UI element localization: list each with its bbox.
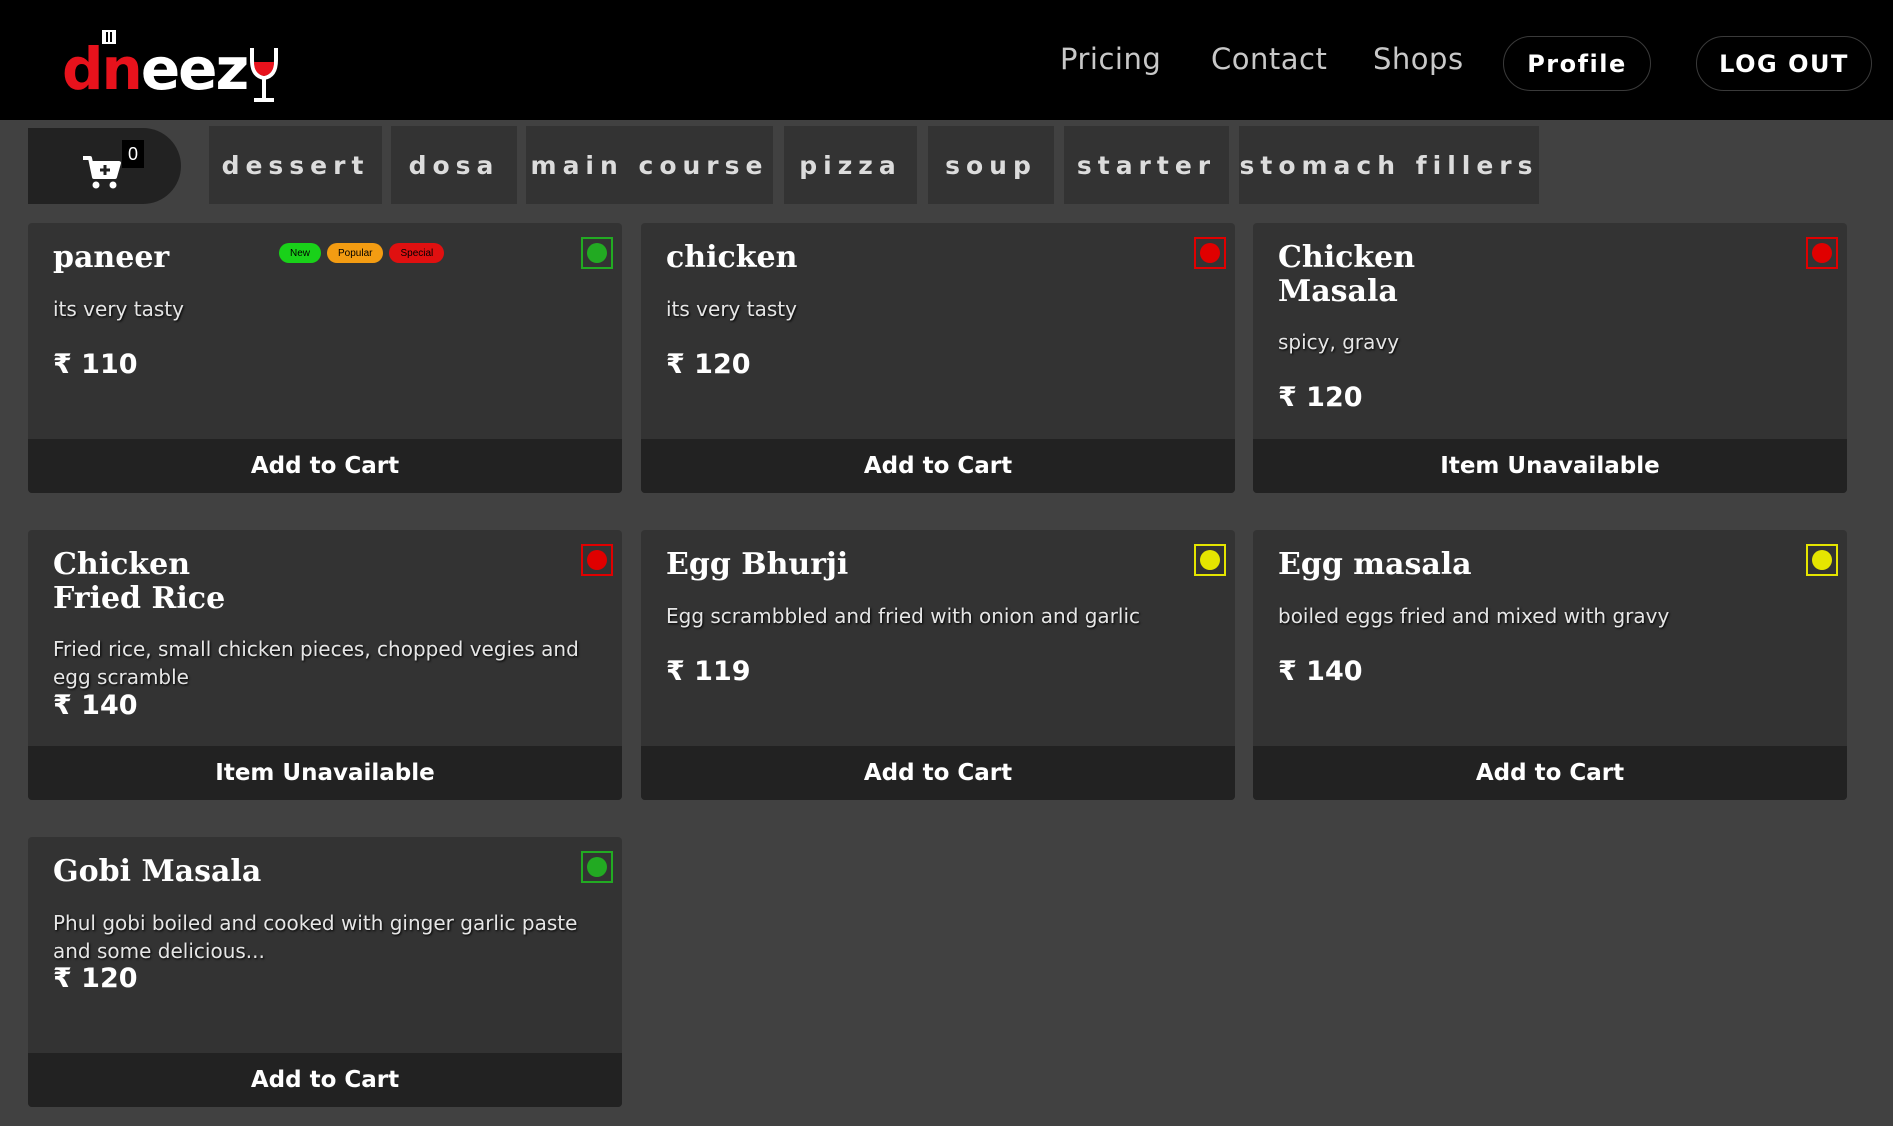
menu-item-card: paneer New Popular Special its very tast…: [28, 223, 622, 493]
add-to-cart-button[interactable]: Add to Cart: [641, 439, 1235, 493]
egg-indicator-icon: [1806, 544, 1838, 576]
category-tab-dosa[interactable]: dosa: [391, 126, 517, 204]
menu-item-card: Egg Bhurji Egg scrambbled and fried with…: [641, 530, 1235, 800]
item-price: ₹ 140: [53, 690, 138, 721]
top-navbar: dn eez Pricing Contact Shops Profile LOG…: [0, 0, 1893, 120]
item-description: Fried rice, small chicken pieces, choppe…: [53, 637, 579, 689]
category-tab-stomach-fillers[interactable]: stomach fillers: [1239, 126, 1539, 204]
item-description: its very tasty: [53, 297, 184, 321]
veg-indicator-icon: [581, 237, 613, 269]
profile-button[interactable]: Profile: [1503, 36, 1651, 91]
item-name: Chicken Masala: [1278, 240, 1416, 309]
nav-contact-link[interactable]: Contact: [1211, 42, 1327, 76]
badge-special: Special: [389, 243, 445, 263]
item-price: ₹ 120: [53, 963, 138, 994]
category-tab-main-course[interactable]: main course: [526, 126, 773, 204]
category-tab-dessert[interactable]: dessert: [209, 126, 382, 204]
menu-item-card: Gobi Masala Phul gobi boiled and cooked …: [28, 837, 622, 1107]
category-tab-pizza[interactable]: pizza: [784, 126, 917, 204]
item-badges: New Popular Special: [279, 243, 445, 263]
wine-glass-icon: [250, 48, 279, 102]
add-to-cart-button[interactable]: Add to Cart: [28, 439, 622, 493]
item-price: ₹ 110: [53, 349, 138, 380]
non-veg-indicator-icon: [1194, 237, 1226, 269]
badge-new: New: [279, 243, 322, 263]
item-name: Egg Bhurji: [666, 547, 849, 582]
menu-item-card: Egg masala boiled eggs fried and mixed w…: [1253, 530, 1847, 800]
item-name: Chicken Fried Rice: [53, 547, 226, 616]
menu-item-card: chicken its very tasty ₹ 120 Add to Cart: [641, 223, 1235, 493]
item-description: Phul gobi boiled and cooked with ginger …: [53, 911, 578, 963]
item-price: ₹ 119: [666, 656, 751, 687]
veg-indicator-icon: [581, 851, 613, 883]
non-veg-indicator-icon: [581, 544, 613, 576]
dneezy-logo[interactable]: dn eez: [62, 28, 279, 103]
add-to-cart-button[interactable]: Add to Cart: [641, 746, 1235, 800]
non-veg-indicator-icon: [1806, 237, 1838, 269]
badge-popular: Popular: [327, 243, 384, 263]
item-price: ₹ 120: [666, 349, 751, 380]
cart-button[interactable]: 0: [28, 128, 181, 204]
item-unavailable-button[interactable]: Item Unavailable: [1253, 439, 1847, 493]
item-name: Gobi Masala: [53, 854, 262, 889]
add-to-cart-button[interactable]: Add to Cart: [1253, 746, 1847, 800]
item-description: its very tasty: [666, 297, 797, 321]
logo-text-part1: dn: [62, 35, 143, 103]
item-description: boiled eggs fried and mixed with gravy: [1278, 604, 1670, 628]
item-name: Egg masala: [1278, 547, 1472, 582]
nav-shops-link[interactable]: Shops: [1373, 42, 1464, 76]
add-to-cart-button[interactable]: Add to Cart: [28, 1053, 622, 1107]
item-description: spicy, gravy: [1278, 330, 1400, 354]
logout-button[interactable]: LOG OUT: [1696, 36, 1872, 91]
logo-text-part2: eez: [140, 35, 249, 103]
category-tab-starter[interactable]: starter: [1064, 126, 1229, 204]
menu-item-card: Chicken Fried Rice Fried rice, small chi…: [28, 530, 622, 800]
nav-pricing-link[interactable]: Pricing: [1060, 42, 1161, 76]
item-name: chicken: [666, 240, 798, 275]
cart-plus-icon: [82, 156, 121, 189]
item-price: ₹ 140: [1278, 656, 1363, 687]
item-price: ₹ 120: [1278, 382, 1363, 413]
item-unavailable-button[interactable]: Item Unavailable: [28, 746, 622, 800]
category-tab-soup[interactable]: soup: [928, 126, 1054, 204]
qr-code-icon: [102, 30, 116, 44]
egg-indicator-icon: [1194, 544, 1226, 576]
menu-item-card: Chicken Masala spicy, gravy ₹ 120 Item U…: [1253, 223, 1847, 493]
cart-count-badge: 0: [122, 140, 144, 168]
item-description: Egg scrambbled and fried with onion and …: [666, 604, 1141, 628]
